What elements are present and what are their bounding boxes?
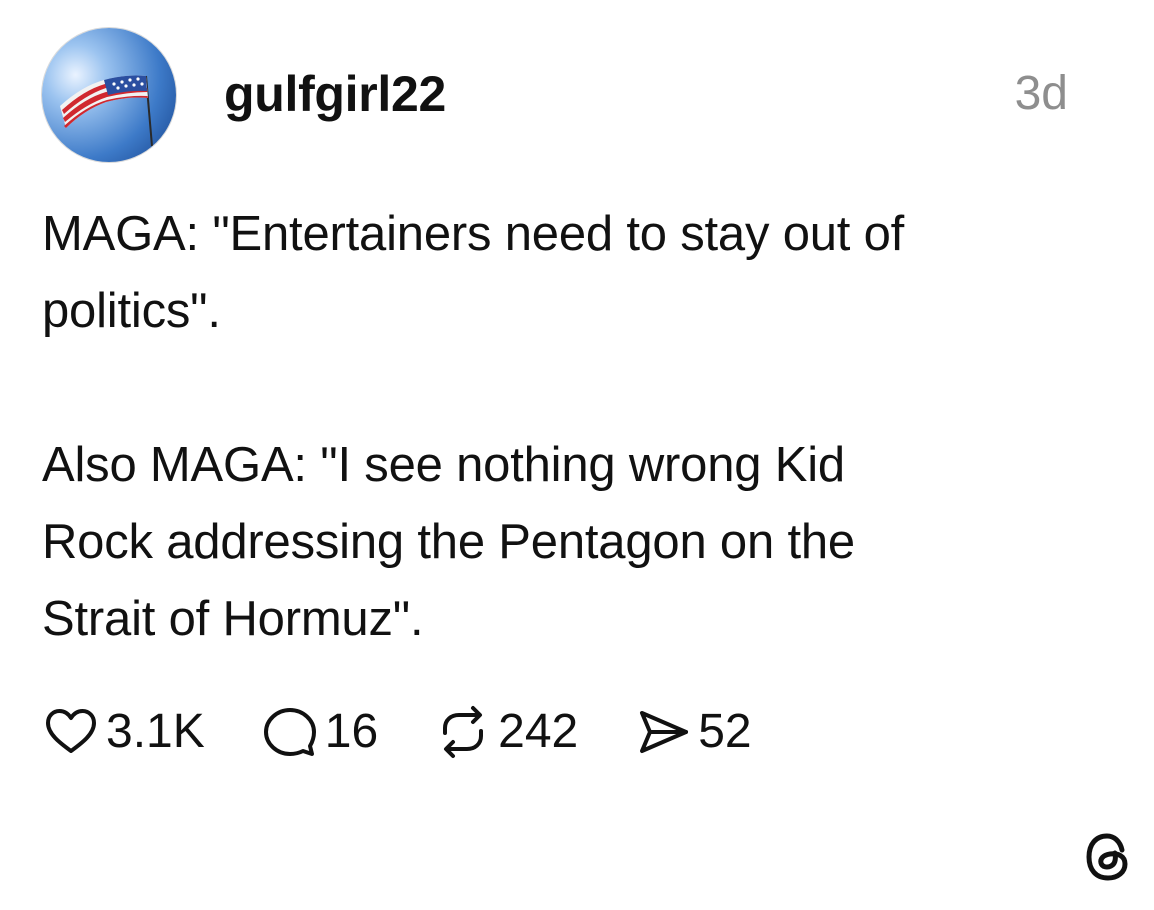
post-timestamp: 3d xyxy=(1014,67,1068,120)
send-icon xyxy=(640,711,689,753)
flag-avatar-icon xyxy=(42,28,176,162)
comment-icon xyxy=(263,708,316,756)
reply-count: 16 xyxy=(324,705,379,758)
threads-logo-icon xyxy=(1086,833,1128,881)
heart-icon xyxy=(46,709,96,753)
share-button[interactable]: 52 xyxy=(634,702,752,762)
username[interactable]: gulfgirl22 xyxy=(224,64,446,124)
reply-button[interactable]: 16 xyxy=(261,702,378,762)
like-count: 3.1K xyxy=(106,705,205,758)
share-count: 52 xyxy=(698,705,752,758)
repost-button[interactable]: 242 xyxy=(434,702,578,762)
post-paragraph: MAGA: "Entertainers need to stay out of … xyxy=(42,207,905,338)
post-paragraph: Also MAGA: "I see nothing wrong Kid Rock… xyxy=(42,438,855,646)
like-button[interactable]: 3.1K xyxy=(42,702,205,762)
repost-count: 242 xyxy=(498,705,579,758)
post-text: MAGA: "Entertainers need to stay out of … xyxy=(42,196,1082,658)
avatar[interactable] xyxy=(42,28,176,162)
threads-logo xyxy=(1078,826,1140,888)
repost-icon xyxy=(443,706,484,758)
post-actions: 3.1K 16 242 52 xyxy=(42,700,752,764)
